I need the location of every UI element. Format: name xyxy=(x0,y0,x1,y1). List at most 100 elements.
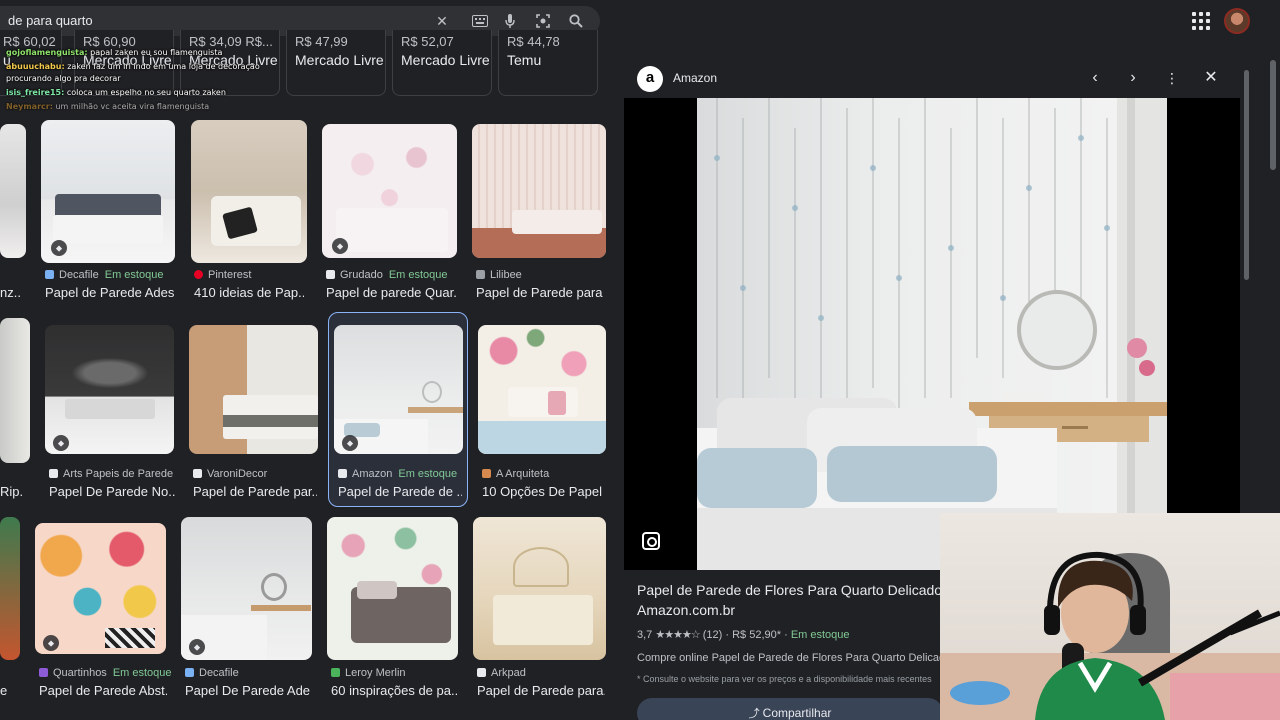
result-title[interactable]: Rip... xyxy=(0,484,24,499)
search-icon[interactable] xyxy=(566,11,586,31)
chat-username: abuuuchabu: xyxy=(6,62,65,71)
search-input[interactable]: de para quarto xyxy=(8,13,93,28)
google-apps-icon[interactable] xyxy=(1192,12,1210,30)
rating-value: 3,7 xyxy=(637,629,653,641)
share-icon: ⤴ xyxy=(748,708,763,720)
next-icon[interactable]: › xyxy=(1122,67,1144,89)
shopping-card[interactable]: R$ 52,07 Mercado Livre xyxy=(392,30,492,96)
shopping-tag-icon: ⬥ xyxy=(342,435,358,451)
page-scrollbar[interactable] xyxy=(1270,60,1276,170)
shopping-tag-icon: ⬥ xyxy=(51,240,67,256)
result-title[interactable]: Papel de Parede para... xyxy=(477,683,605,698)
result-source: Amazon Em estoque xyxy=(338,468,457,480)
account-avatar[interactable] xyxy=(1224,8,1250,34)
result-title[interactable]: Papel de parede Quar... xyxy=(326,285,456,300)
amazon-logo: a xyxy=(637,66,663,92)
chat-text: papal zaken eu sou flamenguista xyxy=(90,48,223,57)
site-favicon xyxy=(476,270,485,279)
result-image[interactable] xyxy=(0,517,20,660)
result-image[interactable]: ⬥ xyxy=(45,325,174,454)
result-title[interactable]: 10 Opções De Papel ... xyxy=(482,484,606,499)
stream-chat: gojoflamenguista: papal zaken eu sou fla… xyxy=(6,47,306,113)
chat-username: Neymarcr: xyxy=(6,102,53,111)
result-title[interactable]: Papel de Parede Ades... xyxy=(45,285,175,300)
review-count: (12) xyxy=(702,629,723,641)
result-source: Grudado Em estoque xyxy=(326,269,448,281)
site-favicon xyxy=(326,270,335,279)
site-favicon xyxy=(193,469,202,478)
result-title[interactable]: Papel de Parede para ... xyxy=(476,285,606,300)
result-image[interactable] xyxy=(0,318,30,463)
result-image[interactable]: ⬥ xyxy=(322,124,457,258)
result-source: VaroniDecor xyxy=(193,468,273,480)
result-source: Lilibee xyxy=(476,269,528,281)
chat-message: Neymarcr: um milhão vc aceita vira flame… xyxy=(6,101,306,113)
keyboard-icon[interactable] xyxy=(470,11,490,31)
result-source: Arkpad xyxy=(477,667,532,679)
image-preview[interactable] xyxy=(624,98,1240,570)
shopping-price: R$ 44,78 xyxy=(507,34,560,49)
site-favicon xyxy=(482,469,491,478)
clear-icon[interactable]: ✕ xyxy=(432,11,452,31)
result-image[interactable]: ⬥ xyxy=(181,517,312,660)
rating-stars-icon: ★★★★☆ xyxy=(655,629,700,641)
site-favicon xyxy=(338,469,347,478)
site-favicon xyxy=(194,270,203,279)
stock-status: Em estoque xyxy=(790,629,850,641)
shopping-price: R$ 52,07 xyxy=(401,34,454,49)
site-favicon xyxy=(39,668,48,677)
shopping-tag-icon: ⬥ xyxy=(332,238,348,254)
previous-icon[interactable]: ‹ xyxy=(1084,67,1106,89)
chat-text: um milhão vc aceita vira flamenguista xyxy=(55,102,210,111)
product-domain[interactable]: Amazon.com.br xyxy=(637,602,735,618)
shopping-store: Mercado Livre xyxy=(401,52,490,68)
google-lens-icon[interactable] xyxy=(642,532,660,550)
result-image[interactable] xyxy=(327,517,458,660)
microphone-icon[interactable] xyxy=(500,11,520,31)
result-image[interactable] xyxy=(473,517,606,660)
result-title[interactable]: Papel de Parede de ... xyxy=(338,484,462,499)
result-title[interactable]: 60 inspirações de pa... xyxy=(331,683,457,698)
chat-message: isis_freire15: coloca um espelho no seu … xyxy=(6,87,306,99)
chat-message: abuuuchabu: zaken faz um irl indo em uma… xyxy=(6,61,306,85)
preview-image xyxy=(697,98,1167,570)
site-favicon xyxy=(49,469,58,478)
result-image[interactable]: ⬥ xyxy=(35,523,166,654)
close-icon[interactable]: ✕ xyxy=(1200,67,1222,89)
shopping-store: Temu xyxy=(507,52,542,68)
share-button[interactable]: ⤴ Compartilhar xyxy=(637,698,943,720)
result-title[interactable]: Papel de Parede Abst... xyxy=(39,683,167,698)
product-description: Compre online Papel de Parede de Flores … xyxy=(637,652,952,664)
webcam-overlay xyxy=(940,513,1280,720)
chat-username: gojoflamenguista: xyxy=(6,48,88,57)
result-title[interactable]: Papel De Parede No... xyxy=(49,484,175,499)
shopping-tag-icon: ⬥ xyxy=(189,639,205,655)
result-image[interactable] xyxy=(189,325,318,454)
result-title[interactable]: nz... xyxy=(0,285,22,300)
panel-scrollbar[interactable] xyxy=(1244,70,1249,280)
result-title[interactable]: e xyxy=(0,683,14,698)
result-image[interactable] xyxy=(191,120,307,263)
product-rating-row: 3,7 ★★★★☆ (12) · R$ 52,90* · Em estoque xyxy=(637,629,850,641)
more-options-icon[interactable]: ⋮ xyxy=(1161,67,1183,89)
result-image[interactable] xyxy=(472,124,606,258)
panel-source-name[interactable]: Amazon xyxy=(673,71,717,85)
product-price: R$ 52,90* xyxy=(732,629,782,641)
product-title[interactable]: Papel de Parede de Flores Para Quarto De… xyxy=(637,582,942,598)
shopping-store: Mercado Livre xyxy=(295,52,384,68)
result-source: Pinterest xyxy=(194,269,257,281)
shopping-card[interactable]: R$ 44,78 Temu xyxy=(498,30,598,96)
result-title[interactable]: Papel de Parede par... xyxy=(193,484,317,499)
chat-username: isis_freire15: xyxy=(6,88,65,97)
result-image[interactable]: ⬥ xyxy=(334,325,463,454)
result-image[interactable] xyxy=(0,124,26,258)
result-title[interactable]: 410 ideias de Pap... xyxy=(194,285,304,300)
lens-search-icon[interactable] xyxy=(533,11,553,31)
result-image[interactable] xyxy=(478,325,606,454)
panel-header: a Amazon ‹ › ⋮ ✕ xyxy=(624,58,1240,98)
result-source: A Arquiteta xyxy=(482,468,555,480)
shopping-tag-icon: ⬥ xyxy=(43,635,59,651)
site-favicon xyxy=(331,668,340,677)
result-title[interactable]: Papel De Parede Ade... xyxy=(185,683,311,698)
result-image[interactable]: ⬥ xyxy=(41,120,175,263)
